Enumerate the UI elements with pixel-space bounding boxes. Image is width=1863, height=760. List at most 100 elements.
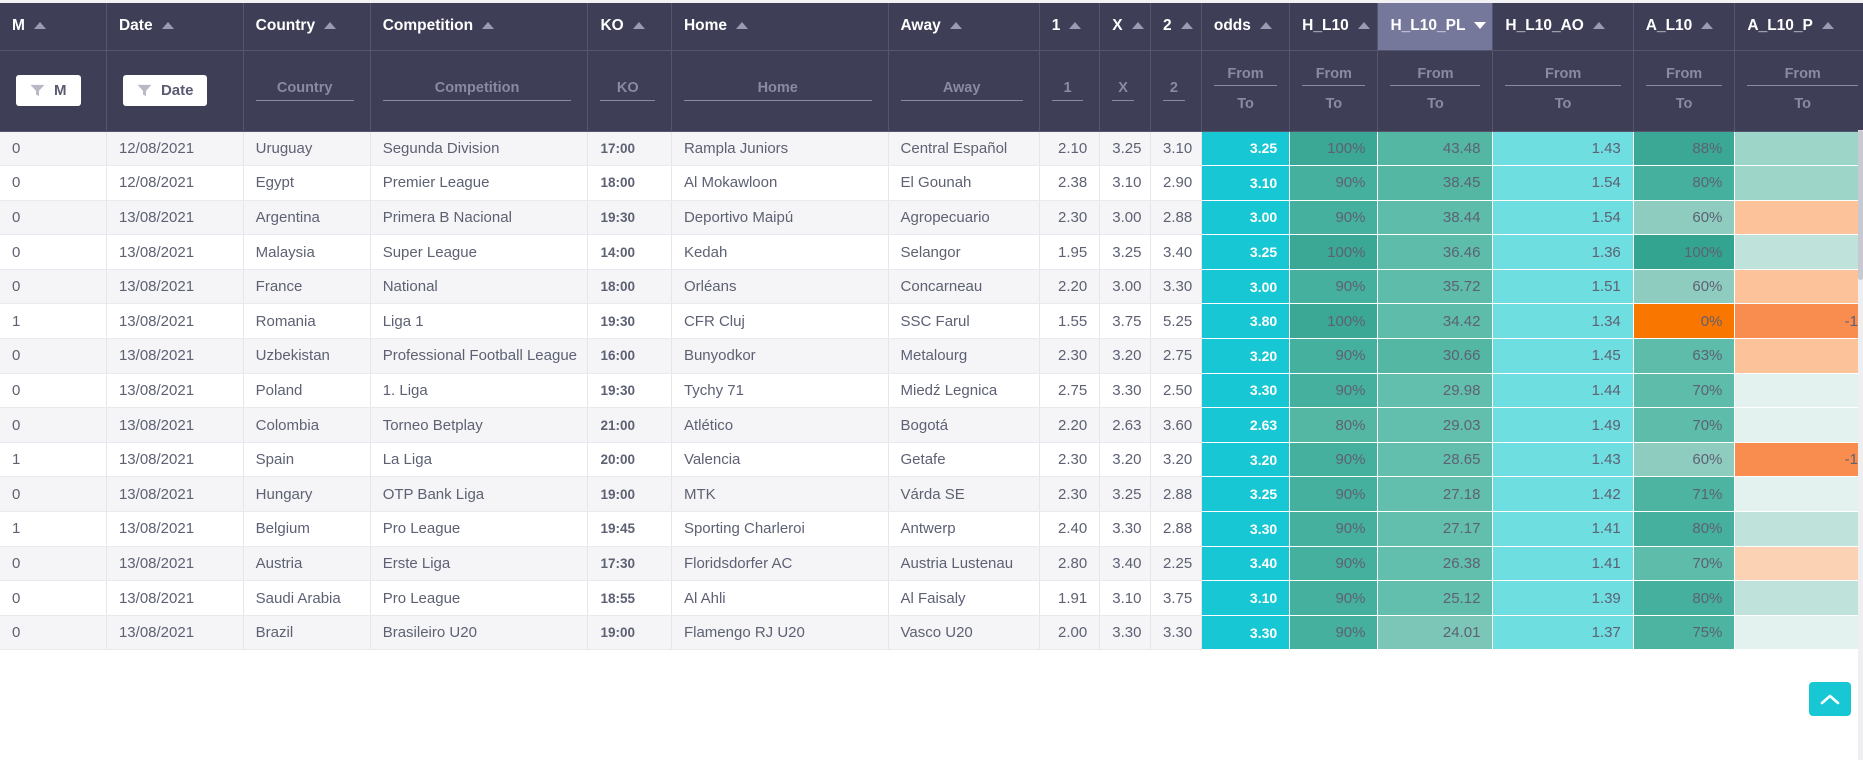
scrollbar-thumb[interactable] bbox=[1858, 130, 1863, 280]
filter-range-from-a_l10_p[interactable]: From bbox=[1747, 66, 1858, 86]
table-row[interactable]: 0 13/08/2021 Colombia Torneo Betplay 21:00 At… bbox=[0, 407, 1863, 443]
cell-comp: Brasileiro U20 bbox=[370, 615, 589, 651]
table-row[interactable]: 1 13/08/2021 Belgium Pro League 19:45 Sportin… bbox=[0, 511, 1863, 547]
sort-asc-icon[interactable] bbox=[1259, 22, 1272, 30]
sort-asc-icon[interactable] bbox=[324, 22, 337, 30]
column-header-ko[interactable]: KO bbox=[587, 0, 672, 51]
filter-range-from-h_l10[interactable]: From bbox=[1302, 66, 1366, 86]
cell-date: 13/08/2021 bbox=[106, 476, 244, 513]
table-row[interactable]: 0 13/08/2021 Hungary OTP Bank Liga 19:00 MTK V… bbox=[0, 476, 1863, 513]
filter-range-to-h_l10_ao[interactable]: To bbox=[1505, 96, 1620, 115]
table-row[interactable]: 0 13/08/2021 Brazil Brasileiro U20 19:00 Flam… bbox=[0, 615, 1863, 651]
sort-asc-icon[interactable] bbox=[949, 22, 962, 30]
filter-input-one[interactable]: 1 bbox=[1051, 80, 1084, 101]
cell-away: Bogotá bbox=[888, 407, 1040, 443]
cell-h_l10_ao: 1.49 bbox=[1492, 407, 1634, 443]
table-row[interactable]: 0 12/08/2021 Egypt Premier League 18:00 Al Mo… bbox=[0, 165, 1863, 201]
cell-m: 0 bbox=[0, 234, 107, 270]
column-header-h_l10_pl[interactable]: H_L10_PL bbox=[1377, 0, 1494, 51]
filter-pill-date[interactable]: Date bbox=[122, 75, 208, 106]
column-header-odds[interactable]: odds bbox=[1201, 0, 1291, 51]
scroll-to-top-button[interactable] bbox=[1809, 682, 1851, 716]
filter-input-two[interactable]: 2 bbox=[1163, 80, 1185, 101]
column-header-home[interactable]: Home bbox=[671, 0, 889, 51]
table-row[interactable]: 0 13/08/2021 Uzbekistan Professional Footba… bbox=[0, 338, 1863, 374]
cell-odds: 3.10 bbox=[1201, 165, 1291, 201]
column-filter-away: Away bbox=[888, 50, 1040, 132]
column-header-comp[interactable]: Competition bbox=[370, 0, 589, 51]
cell-odds: 3.25 bbox=[1201, 234, 1291, 270]
sort-asc-icon[interactable] bbox=[1069, 22, 1082, 30]
column-header-h_l10_ao[interactable]: H_L10_AO bbox=[1492, 0, 1634, 51]
sort-asc-icon[interactable] bbox=[482, 22, 495, 30]
cell-a_l10: 80% bbox=[1633, 580, 1736, 616]
cell-date: 13/08/2021 bbox=[106, 407, 244, 443]
column-header-h_l10[interactable]: H_L10 bbox=[1289, 0, 1379, 51]
sort-asc-icon[interactable] bbox=[1180, 22, 1193, 30]
sort-asc-icon[interactable] bbox=[1821, 22, 1834, 30]
column-header-a_l10_p[interactable]: A_L10_P bbox=[1734, 0, 1863, 51]
filter-range-from-h_l10_pl[interactable]: From bbox=[1390, 66, 1481, 86]
table-row[interactable]: 0 13/08/2021 France National 18:00 Orléans Con… bbox=[0, 269, 1863, 305]
filter-range-to-odds[interactable]: To bbox=[1214, 96, 1277, 115]
cell-h_l10: 90% bbox=[1289, 511, 1379, 547]
table-row[interactable]: 1 13/08/2021 Romania Liga 1 19:30 CFR Cluj SSC… bbox=[0, 303, 1863, 340]
table-row[interactable]: 0 12/08/2021 Uruguay Segunda Division 17:00 R… bbox=[0, 131, 1863, 167]
table-row[interactable]: 0 13/08/2021 Poland 1. Liga 19:30 Tychy 71 Mie… bbox=[0, 373, 1863, 409]
table-row[interactable]: 0 13/08/2021 Austria Erste Liga 17:30 Florids… bbox=[0, 546, 1863, 582]
sort-asc-icon[interactable] bbox=[632, 22, 645, 30]
cell-one: 2.20 bbox=[1039, 269, 1101, 305]
sort-asc-icon[interactable] bbox=[736, 22, 749, 30]
vertical-scrollbar[interactable] bbox=[1858, 130, 1863, 760]
filter-range-to-h_l10_pl[interactable]: To bbox=[1390, 96, 1480, 115]
sort-desc-icon[interactable] bbox=[1474, 22, 1487, 30]
column-header-two[interactable]: 2 bbox=[1150, 0, 1202, 51]
filter-range-from-h_l10_ao[interactable]: From bbox=[1505, 66, 1621, 86]
cell-odds: 3.30 bbox=[1201, 615, 1291, 651]
sort-asc-icon[interactable] bbox=[1357, 22, 1370, 30]
table-row[interactable]: 0 13/08/2021 Saudi Arabia Pro League 18:55 Al… bbox=[0, 580, 1863, 616]
column-header-a_l10[interactable]: A_L10 bbox=[1633, 0, 1736, 51]
column-header-label: A_L10 bbox=[1645, 16, 1693, 34]
sort-asc-icon[interactable] bbox=[1131, 22, 1144, 30]
filter-input-home[interactable]: Home bbox=[683, 80, 872, 101]
cell-h_l10: 90% bbox=[1289, 580, 1379, 616]
table-row[interactable]: 1 13/08/2021 Spain La Liga 20:00 Valencia Geta… bbox=[0, 442, 1863, 478]
cell-h_l10_pl: 29.98 bbox=[1377, 373, 1494, 409]
table-row[interactable]: 0 13/08/2021 Malaysia Super League 14:00 Keda… bbox=[0, 234, 1863, 270]
cell-h_l10: 90% bbox=[1289, 269, 1379, 305]
filter-input-country[interactable]: Country bbox=[255, 80, 354, 101]
sort-asc-icon[interactable] bbox=[161, 22, 174, 30]
sort-asc-icon[interactable] bbox=[33, 22, 46, 30]
column-header-x[interactable]: X bbox=[1099, 0, 1152, 51]
cell-country: Austria bbox=[243, 546, 371, 582]
sort-asc-icon[interactable] bbox=[1592, 22, 1605, 30]
sort-asc-icon[interactable] bbox=[1701, 22, 1714, 30]
filter-input-x[interactable]: X bbox=[1112, 80, 1135, 101]
filter-range-to-a_l10_p[interactable]: To bbox=[1747, 96, 1858, 115]
table-row[interactable]: 0 13/08/2021 Argentina Primera B Nacional 19… bbox=[0, 200, 1863, 236]
cell-two: 3.75 bbox=[1150, 580, 1202, 616]
cell-two: 2.88 bbox=[1150, 511, 1202, 547]
cell-odds: 3.40 bbox=[1201, 546, 1291, 582]
cell-away: Selangor bbox=[888, 234, 1040, 270]
column-filter-country: Country bbox=[243, 50, 371, 132]
filter-pill-m[interactable]: M bbox=[16, 75, 81, 106]
filter-range-from-a_l10[interactable]: From bbox=[1645, 66, 1723, 86]
column-header-one[interactable]: 1 bbox=[1039, 0, 1101, 51]
filter-input-ko[interactable]: KO bbox=[600, 80, 655, 101]
cell-h_l10_pl: 27.17 bbox=[1377, 511, 1494, 547]
filter-range-from-odds[interactable]: From bbox=[1213, 66, 1278, 86]
column-header-away[interactable]: Away bbox=[888, 0, 1040, 51]
column-header-label: X bbox=[1112, 16, 1123, 34]
filter-input-away[interactable]: Away bbox=[900, 80, 1023, 101]
cell-h_l10_pl: 25.12 bbox=[1377, 580, 1494, 616]
column-header-country[interactable]: Country bbox=[243, 0, 371, 51]
column-header-m[interactable]: M bbox=[0, 0, 107, 51]
filter-range-to-a_l10[interactable]: To bbox=[1646, 96, 1723, 115]
filter-input-comp[interactable]: Competition bbox=[382, 80, 572, 101]
cell-a_l10: 63% bbox=[1633, 338, 1736, 374]
column-header-date[interactable]: Date bbox=[106, 0, 244, 51]
filter-range-to-h_l10[interactable]: To bbox=[1302, 96, 1365, 115]
cell-away: Vasco U20 bbox=[888, 615, 1040, 651]
